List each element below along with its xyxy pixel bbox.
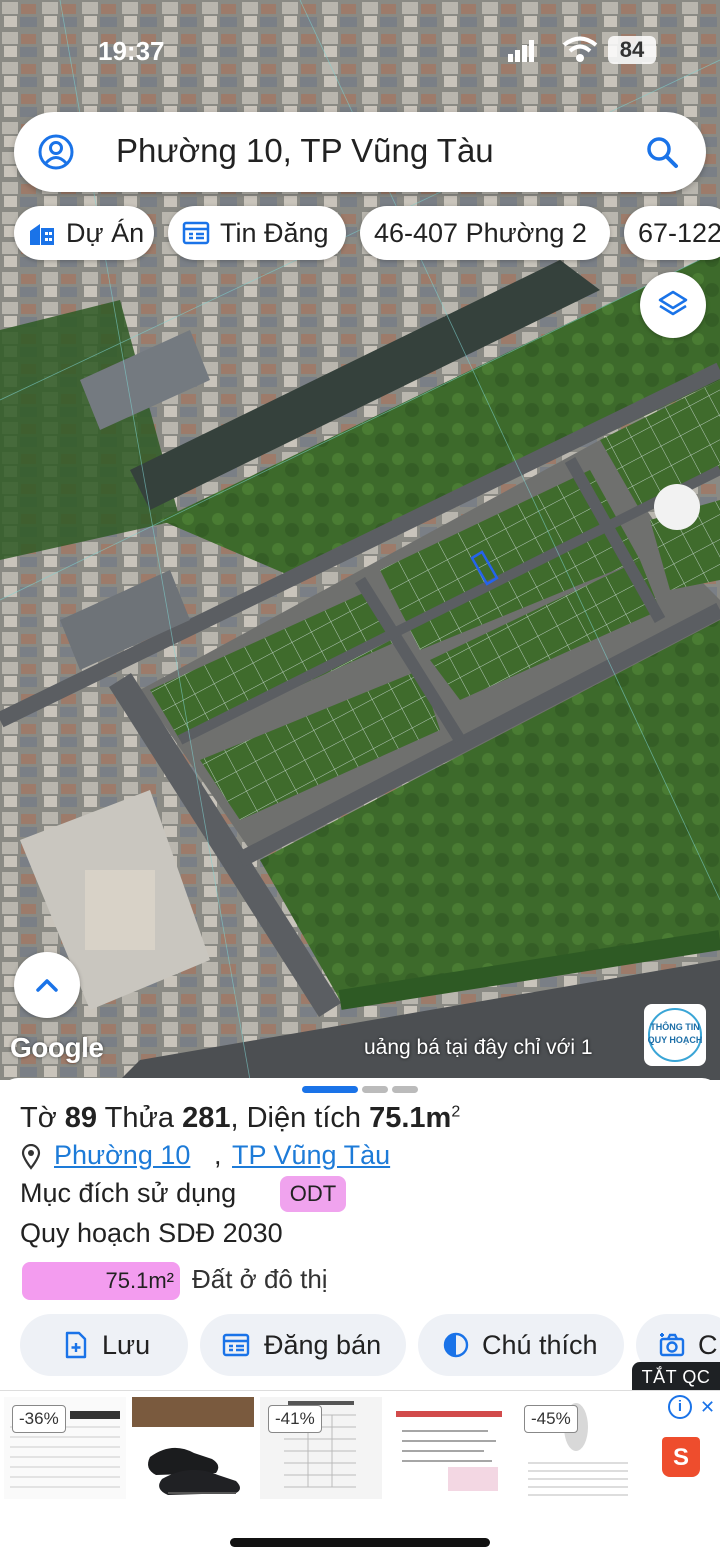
discount-badge: -36% [12,1405,66,1433]
status-bar: 19:37 84 [0,30,720,70]
account-icon[interactable] [36,132,76,172]
search-input[interactable]: Phường 10, TP Vũng Tàu [116,132,494,170]
land-use-code-badge: ODT [280,1176,346,1212]
discount-badge: -45% [524,1405,578,1433]
pager-dot [392,1086,418,1093]
pager-dot-active [302,1086,358,1093]
chip-du-an[interactable]: Dự Án [14,206,154,260]
ad-image-size-information[interactable]: -41% [260,1397,382,1499]
home-indicator[interactable] [230,1538,490,1547]
camera-icon [659,1333,685,1357]
save-button[interactable]: Lưu [20,1314,188,1376]
thong-tin-quy-hoach-logo[interactable]: THÔNG TIN QUY HOẠCH [644,1004,706,1066]
chip-label: Tin Đăng [220,218,329,248]
legend-button[interactable]: Chú thích [418,1314,624,1376]
legend-label: Chú thích [482,1330,598,1360]
chevron-up-icon [36,979,58,992]
post-sale-label: Đăng bán [264,1330,382,1360]
cell-signal-icon [508,40,534,62]
google-attribution: Google [10,1032,104,1063]
planning-use-label: Đất ở đô thị [192,1264,328,1294]
lot-label: Thửa [104,1102,174,1134]
action-buttons: Lưu Đăng bán Chú thích C [0,1314,720,1378]
ad-image-shoes[interactable] [132,1397,254,1499]
sheet-label: Tờ [20,1102,57,1134]
location-pin-icon [21,1144,41,1170]
home-area [0,1502,720,1560]
ad-image-size-chart[interactable]: -45% [516,1397,638,1499]
parcel-title: Tờ 89 Thửa 281, Diện tích 75.1m2 [20,1102,460,1135]
ward-link[interactable]: Phường 10 [54,1140,190,1171]
area-label: , Diện tích [230,1102,362,1134]
parcel-info-sheet: Tờ 89 Thửa 281, Diện tích 75.1m2 Phường … [0,1078,720,1388]
map-control-dot[interactable] [654,484,700,530]
logo-line2: QUY HOẠCH [647,1035,703,1045]
planning-area-bar: 75.1m² [22,1262,180,1300]
sheet-number: 89 [64,1102,98,1134]
filter-chips: Dự Án Tin Đăng 46-407 Phường 2 67-122 [0,206,720,262]
post-sale-button[interactable]: Đăng bán [200,1314,406,1376]
ad-close-icon[interactable]: ✕ [700,1397,715,1418]
discount-badge: -41% [268,1405,322,1433]
ad-image-factory-info[interactable] [388,1397,510,1499]
save-label: Lưu [102,1330,151,1360]
shopee-logo[interactable]: S [662,1437,700,1477]
area-value: 75.1m [369,1102,452,1134]
area-unit-sup: 2 [451,1103,461,1121]
save-icon [65,1331,87,1359]
listing-icon [182,221,210,245]
ad-info-icon[interactable]: i [668,1395,692,1419]
post-icon [222,1333,250,1357]
logo-line1: THÔNG TIN [650,1022,700,1032]
wifi-icon [562,36,598,62]
battery-indicator: 84 [608,36,656,64]
location-separator: , [214,1140,222,1170]
city-link[interactable]: TP Vũng Tàu [232,1140,390,1171]
shoes-image [132,1397,254,1495]
ad-image-size-table[interactable]: -36% [4,1397,126,1499]
ad-banner[interactable]: -36% -41% -45% i ✕ S [0,1390,720,1502]
legend-icon [443,1332,469,1358]
chip-label: Dự Án [66,218,145,248]
layers-button[interactable] [640,272,706,338]
chip-label: 46-407 Phường 2 [374,218,587,248]
map-view[interactable]: 19:37 84 Phường 10, TP Vũng Tàu Dự Án Ti… [0,0,720,1080]
chip-label: 67-122 [638,218,720,248]
chip-67-122[interactable]: 67-122 [624,206,720,260]
lot-number: 281 [182,1102,231,1134]
building-icon [30,224,54,245]
clock: 19:37 [98,36,165,66]
close-ads-button[interactable]: TẮT QC [632,1362,720,1392]
land-use-purpose-label: Mục đích sử dụng [20,1178,237,1208]
factory-info-graphic [396,1411,502,1491]
promo-banner-text: uảng bá tại đây chỉ với 1 [364,1036,593,1059]
planning-area-value: 75.1m² [105,1268,174,1293]
chip-tin-dang[interactable]: Tin Đăng [168,206,346,260]
search-bar[interactable]: Phường 10, TP Vũng Tàu [14,112,706,192]
search-icon[interactable] [642,132,682,172]
expand-up-button[interactable] [14,952,80,1018]
chip-46-407[interactable]: 46-407 Phường 2 [360,206,610,260]
planning-label: Quy hoạch SDĐ 2030 [20,1218,283,1248]
layers-icon [658,290,688,316]
pager-dot [362,1086,388,1093]
